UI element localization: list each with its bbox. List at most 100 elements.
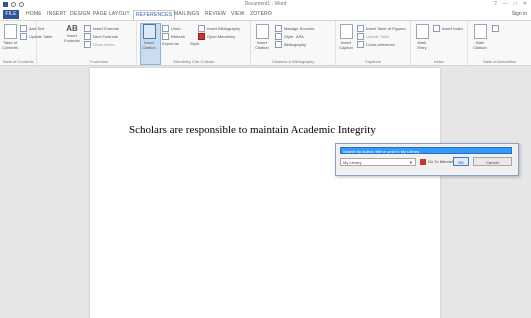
library-select[interactable]: My Library ▼ bbox=[340, 158, 416, 166]
refresh-button[interactable]: Refresh bbox=[162, 33, 185, 40]
cross-reference-button[interactable]: Cross-reference bbox=[357, 41, 395, 48]
show-notes-button[interactable]: Show Notes bbox=[84, 41, 115, 48]
tab-view[interactable]: VIEW bbox=[231, 11, 245, 17]
group-table-of-authorities: Mark Citation Table of Authorities bbox=[468, 21, 531, 65]
table-of-contents-button[interactable]: Table of Contents bbox=[2, 24, 18, 50]
insert-caption-button[interactable]: Insert Caption bbox=[338, 24, 354, 50]
update-table-label: Update Table bbox=[29, 34, 53, 39]
insert-bibliography-icon bbox=[198, 25, 205, 32]
maximize-button[interactable]: □ bbox=[514, 1, 517, 7]
next-footnote-label: Next Footnote bbox=[93, 34, 119, 39]
tab-references[interactable]: REFERENCES bbox=[133, 10, 176, 20]
citation-search-input[interactable]: Search by author, title or year in My Li… bbox=[340, 147, 512, 154]
insert-citation-word-label: Insert Citation bbox=[255, 40, 269, 50]
citation-style-select[interactable]: Style: APA bbox=[275, 33, 304, 40]
mark-entry-button[interactable]: Mark Entry bbox=[414, 24, 430, 50]
group-mendeley: Insert Citation Undo Refresh Export as S… bbox=[138, 21, 251, 65]
group-table-of-contents: Table of Contents Add Text Update Table … bbox=[0, 21, 53, 65]
next-footnote-button[interactable]: Next Footnote bbox=[84, 33, 118, 40]
mark-entry-label: Mark Entry bbox=[417, 40, 427, 50]
update-table-button[interactable]: Update Table bbox=[20, 33, 53, 40]
cancel-button[interactable]: Cancel bbox=[473, 157, 512, 166]
manage-sources-icon bbox=[275, 25, 282, 32]
tab-file[interactable]: FILE bbox=[3, 10, 19, 19]
citation-style-label: Style: bbox=[284, 34, 295, 39]
update-table-captions-button[interactable]: Update Table bbox=[357, 33, 390, 40]
library-select-value: My Library bbox=[343, 160, 362, 165]
update-table-icon bbox=[20, 33, 27, 40]
update-table-captions-icon bbox=[357, 33, 364, 40]
group-index: Mark Entry Insert Index Index bbox=[411, 21, 468, 65]
toc-label: Table of Contents bbox=[2, 40, 19, 50]
insert-index-icon bbox=[433, 25, 440, 32]
undo-label: Undo bbox=[171, 26, 181, 31]
close-button[interactable]: ✕ bbox=[523, 1, 527, 7]
refresh-icon bbox=[162, 33, 169, 40]
insert-footnote-big-button[interactable]: AB Insert Footnote bbox=[64, 24, 80, 43]
undo-button[interactable]: Undo bbox=[162, 25, 181, 32]
export-as-button[interactable]: Export as bbox=[162, 41, 179, 46]
go-to-mendeley-button[interactable]: Go To Mendeley bbox=[420, 158, 457, 166]
insert-bibliography-button[interactable]: Insert Bibliography bbox=[198, 25, 240, 32]
mendeley-citation-dialog: Search by author, title or year in My Li… bbox=[335, 143, 519, 176]
insert-table-of-authorities-button[interactable] bbox=[492, 25, 499, 32]
minimize-button[interactable]: — bbox=[503, 1, 508, 7]
citation-style-value: APA bbox=[296, 34, 304, 39]
table-of-figures-label: Insert Table of Figures bbox=[366, 26, 406, 31]
tab-review[interactable]: REVIEW bbox=[205, 11, 226, 17]
group-label: Captions bbox=[365, 59, 381, 64]
add-text-label: Add Text bbox=[29, 26, 45, 31]
manage-sources-button[interactable]: Manage Sources bbox=[275, 25, 314, 32]
insert-index-button[interactable]: Insert Index bbox=[433, 25, 463, 32]
group-label: Table of Contents bbox=[2, 59, 34, 64]
tab-home[interactable]: HOME bbox=[26, 11, 42, 17]
ribbon-tabs: FILE HOME INSERT DESIGN PAGE LAYOUT REFE… bbox=[0, 10, 531, 21]
window-controls: ? — □ ✕ bbox=[494, 1, 527, 7]
next-footnote-icon bbox=[84, 33, 91, 40]
title-bar: Document1 - Word ? — □ ✕ bbox=[0, 0, 531, 10]
cross-reference-label: Cross-reference bbox=[366, 42, 395, 47]
group-label: Index bbox=[434, 59, 444, 64]
tab-design[interactable]: DESIGN bbox=[70, 11, 90, 17]
bibliography-button[interactable]: Bibliography bbox=[275, 41, 306, 48]
insert-endnote-button[interactable]: Insert Endnote bbox=[84, 25, 119, 32]
sign-in-link[interactable]: Sign in bbox=[512, 11, 527, 17]
ok-button[interactable]: OK bbox=[453, 157, 469, 166]
mendeley-icon bbox=[420, 159, 426, 165]
chevron-down-icon: ▼ bbox=[409, 160, 413, 165]
show-notes-icon bbox=[84, 41, 91, 48]
insert-footnote-label: Insert Footnote bbox=[64, 33, 80, 43]
undo-icon bbox=[162, 25, 169, 32]
tab-insert[interactable]: INSERT bbox=[47, 11, 66, 17]
open-mendeley-label: Open Mendeley bbox=[207, 34, 236, 39]
mark-citation-label: Mark Citation bbox=[473, 40, 487, 50]
add-text-button[interactable]: Add Text bbox=[20, 25, 45, 32]
document-text[interactable]: Scholars are responsible to maintain Aca… bbox=[129, 124, 376, 136]
style-label: Style: bbox=[190, 41, 201, 46]
insert-endnote-icon bbox=[84, 25, 91, 32]
style-select[interactable]: Style: bbox=[190, 41, 200, 46]
insert-citation-button[interactable]: Insert Citation bbox=[141, 24, 157, 50]
update-table-captions-label: Update Table bbox=[366, 34, 390, 39]
cross-reference-icon bbox=[357, 41, 364, 48]
export-as-label: Export as bbox=[162, 41, 179, 46]
tab-page-layout[interactable]: PAGE LAYOUT bbox=[93, 11, 130, 17]
insert-citation-word-button[interactable]: Insert Citation bbox=[254, 24, 270, 50]
group-label: Mendeley Cite-O-Matic bbox=[173, 59, 215, 64]
tab-zotero[interactable]: ZOTERO bbox=[250, 11, 272, 17]
bibliography-label: Bibliography bbox=[284, 42, 307, 47]
help-button[interactable]: ? bbox=[494, 1, 497, 7]
table-of-figures-icon bbox=[357, 25, 364, 32]
group-captions: Insert Caption Insert Table of Figures U… bbox=[336, 21, 411, 65]
group-label: Table of Authorities bbox=[482, 59, 517, 64]
group-label: Footnotes bbox=[90, 59, 108, 64]
manage-sources-label: Manage Sources bbox=[284, 26, 315, 31]
open-mendeley-button[interactable]: Open Mendeley bbox=[198, 33, 235, 40]
mark-citation-button[interactable]: Mark Citation bbox=[472, 24, 488, 50]
tab-mailings[interactable]: MAILINGS bbox=[174, 11, 200, 17]
ab-icon: AB bbox=[66, 24, 78, 33]
document-page[interactable] bbox=[90, 68, 440, 318]
table-of-figures-button[interactable]: Insert Table of Figures bbox=[357, 25, 406, 32]
style-icon bbox=[275, 33, 282, 40]
insert-index-label: Insert Index bbox=[442, 26, 463, 31]
